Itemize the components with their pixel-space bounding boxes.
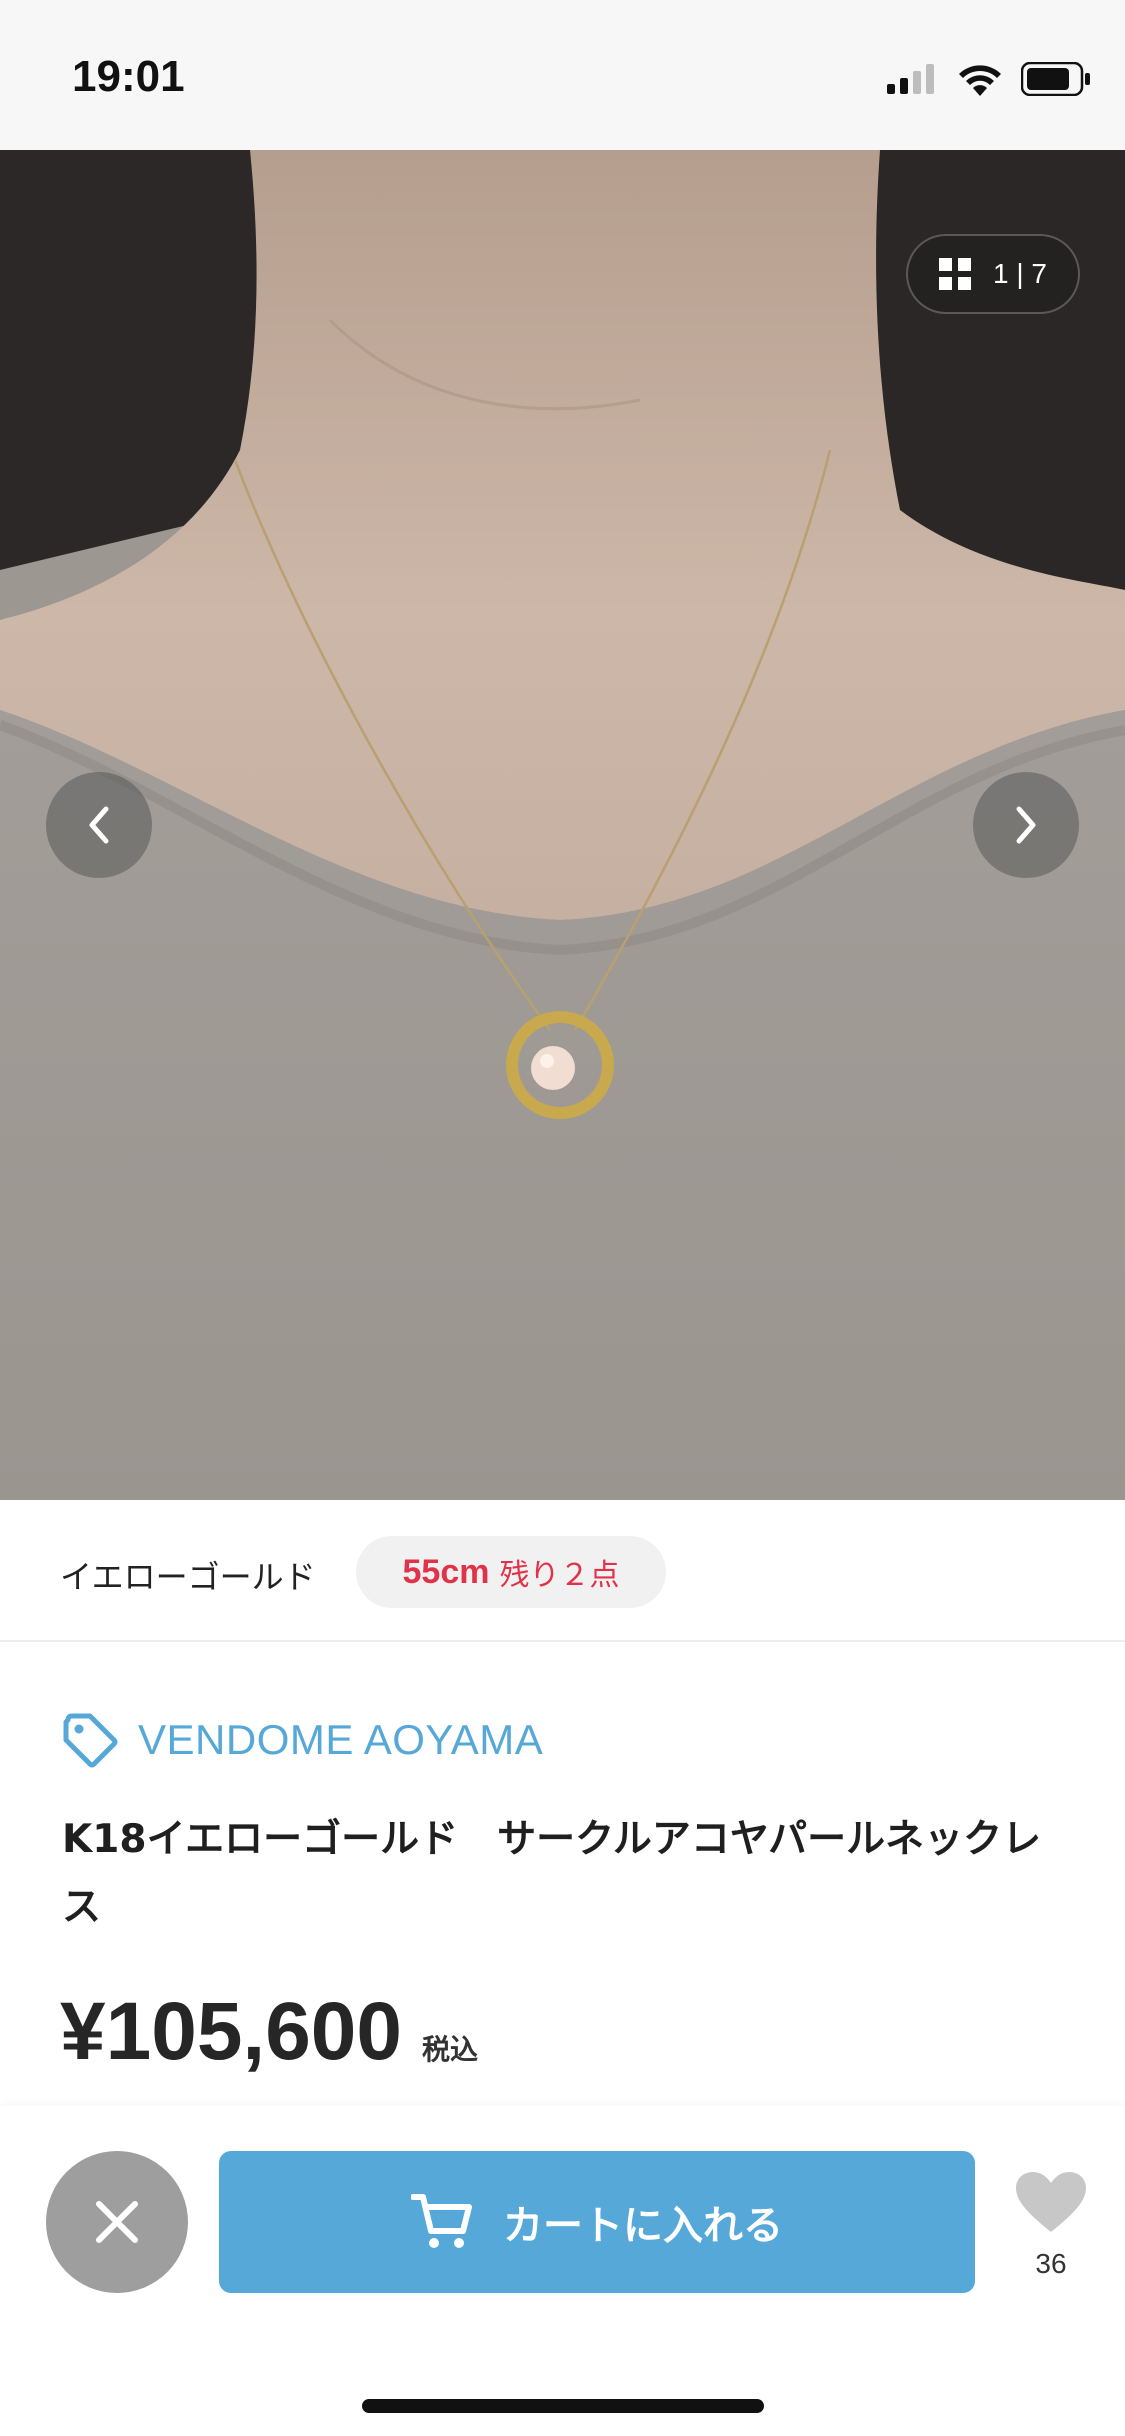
wifi-icon xyxy=(959,65,1001,96)
heart-icon xyxy=(1016,2172,1086,2232)
color-option: イエローゴールド xyxy=(60,1558,316,1596)
favorite-count: 36 xyxy=(1035,2248,1067,2279)
price: ¥105,600 xyxy=(60,1986,403,2077)
size-label: 55cm xyxy=(402,1552,490,1591)
signal-icon xyxy=(887,64,934,94)
product-title: K18イエローゴールド サークルアコヤパールネックレス xyxy=(62,1817,1042,1930)
status-bar: 19:01 xyxy=(0,0,1125,150)
favorite-button[interactable]: 36 xyxy=(1008,2170,1094,2280)
gallery-counter-button[interactable]: 1 | 7 xyxy=(906,234,1080,314)
size-chip[interactable]: 55cm 残り２点 xyxy=(356,1536,666,1608)
tag-icon xyxy=(63,1713,118,1768)
brand-link[interactable]: VENDOME AOYAMA xyxy=(62,1712,543,1768)
add-to-cart-button[interactable]: カートに入れる xyxy=(219,2151,975,2293)
home-indicator xyxy=(362,2399,764,2413)
product-photo xyxy=(0,150,1125,1500)
bottom-action-bar: カートに入れる 36 xyxy=(0,2106,1125,2436)
brand-name: VENDOME AOYAMA xyxy=(138,1716,544,1763)
cart-icon xyxy=(411,2194,472,2248)
variant-row: イエローゴールド 55cm 残り２点 xyxy=(0,1500,1125,1642)
status-time: 19:01 xyxy=(72,52,185,101)
battery-icon xyxy=(1021,62,1090,96)
close-icon xyxy=(96,2201,138,2243)
gallery-counter-text: 1 | 7 xyxy=(993,258,1047,289)
chevron-right-icon xyxy=(1016,806,1036,844)
next-image-button[interactable] xyxy=(973,772,1079,878)
product-image-carousel[interactable]: 1 | 7 xyxy=(0,150,1125,1500)
chevron-left-icon xyxy=(89,806,109,844)
stock-label: 残り２点 xyxy=(499,1558,620,1593)
price-row: ¥105,600 税込 xyxy=(60,1985,478,2079)
status-icons xyxy=(887,62,1091,96)
previous-image-button[interactable] xyxy=(46,772,152,878)
close-button[interactable] xyxy=(46,2151,188,2293)
grid-icon xyxy=(939,258,971,290)
cart-label: カートに入れる xyxy=(503,2203,783,2249)
tax-label: 税込 xyxy=(422,2033,479,2066)
